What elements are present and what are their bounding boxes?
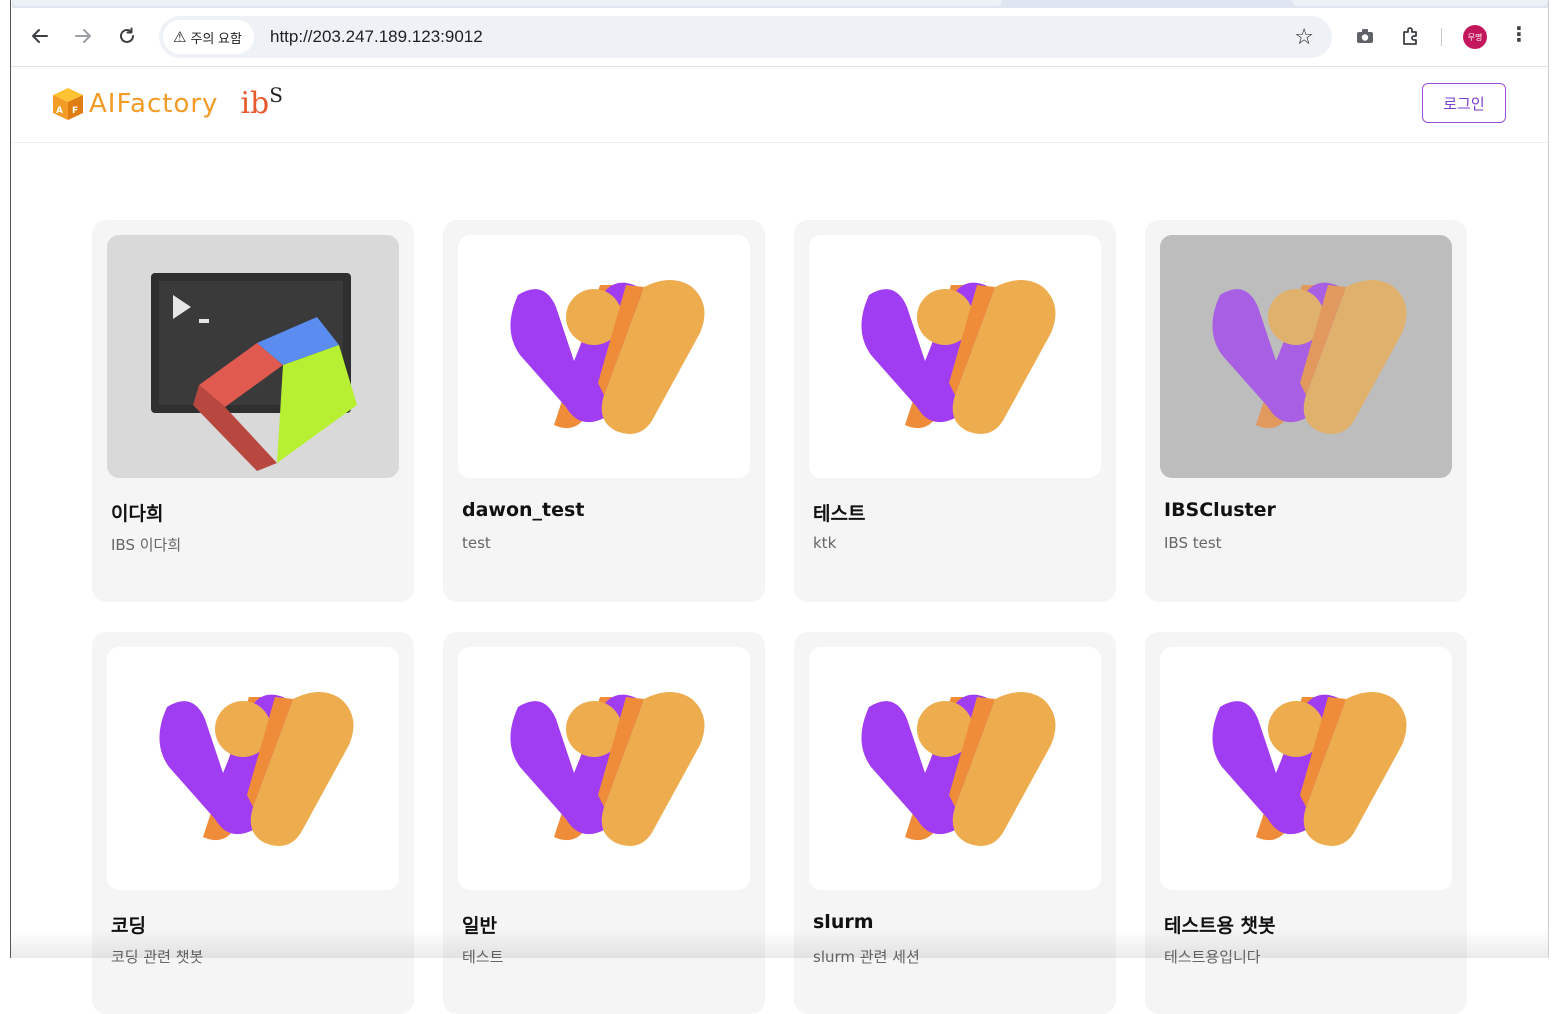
chatbot-card[interactable]: dawon_test test <box>443 220 765 602</box>
chatbot-card[interactable]: 테스트 ktk <box>794 220 1116 602</box>
login-button[interactable]: 로그인 <box>1422 83 1506 123</box>
card-title: 이다희 <box>111 503 164 525</box>
svg-text:F: F <box>72 106 78 116</box>
card-thumbnail[interactable] <box>458 235 750 478</box>
card-title: 일반 <box>462 915 497 937</box>
toolbar-divider <box>1441 28 1442 46</box>
security-label: 주의 요함 <box>190 30 242 46</box>
arrow-left-icon <box>32 29 48 43</box>
forward-button[interactable] <box>69 22 97 50</box>
chatbot-card[interactable]: IBSCluster IBS test <box>1145 220 1467 602</box>
chatbot-card[interactable]: slurm slurm 관련 세션 <box>794 632 1116 1014</box>
card-thumbnail[interactable] <box>107 235 399 478</box>
card-description: IBS 이다희 <box>111 536 182 554</box>
brand-name: AIFactory <box>89 89 219 119</box>
terminal-app-icon <box>151 273 357 471</box>
profile-avatar[interactable]: 무명 <box>1463 25 1487 49</box>
menu-kebab-icon[interactable]: ⋮ <box>1509 22 1529 47</box>
card-title: IBSCluster <box>1164 499 1276 521</box>
chatbot-card[interactable]: 코딩 코딩 관련 챗봇 <box>92 632 414 1014</box>
w-logo-icon <box>159 692 354 846</box>
extensions-icon[interactable] <box>1396 22 1424 50</box>
card-thumbnail[interactable] <box>809 235 1101 478</box>
reload-button[interactable] <box>113 22 141 50</box>
security-chip[interactable]: ⚠ 주의 요함 <box>163 20 254 54</box>
card-description: 테스트용입니다 <box>1164 948 1261 966</box>
card-description: test <box>462 534 491 552</box>
card-thumbnail[interactable] <box>107 647 399 890</box>
back-button[interactable] <box>26 22 54 50</box>
site-header: A F AIFactory ibS 로그인 <box>11 67 1548 143</box>
arrow-right-icon <box>75 29 91 43</box>
w-logo-icon <box>861 692 1056 846</box>
card-thumbnail[interactable] <box>1160 647 1452 890</box>
card-thumbnail[interactable] <box>809 647 1101 890</box>
card-title: 테스트용 챗봇 <box>1164 915 1276 937</box>
tab[interactable] <box>1292 0 1548 6</box>
chatbot-card[interactable]: 테스트용 챗봇 테스트용입니다 <box>1145 632 1467 1014</box>
card-title: dawon_test <box>462 499 585 521</box>
card-description: slurm 관련 세션 <box>813 948 920 966</box>
card-title: slurm <box>813 911 874 933</box>
bookmark-star-icon[interactable]: ☆ <box>1294 24 1314 50</box>
url-text[interactable]: http://203.247.189.123:9012 <box>270 27 483 47</box>
w-logo-icon <box>1212 280 1407 434</box>
card-title: 테스트 <box>813 503 866 525</box>
window-border <box>10 0 11 958</box>
card-description: IBS test <box>1164 534 1222 552</box>
chatbot-card[interactable]: 일반 테스트 <box>443 632 765 1014</box>
w-logo-icon <box>861 280 1056 434</box>
camera-icon[interactable] <box>1351 22 1379 50</box>
address-bar[interactable]: ⚠ 주의 요함 http://203.247.189.123:9012 ☆ <box>159 16 1332 58</box>
warning-icon: ⚠ <box>173 29 187 46</box>
card-thumbnail[interactable] <box>1160 235 1452 478</box>
reload-icon <box>120 27 134 43</box>
ibs-logo: ibS <box>240 83 283 121</box>
card-description: ktk <box>813 534 837 552</box>
card-title: 코딩 <box>111 915 146 937</box>
ai-cube-logo-icon: A F <box>51 86 85 122</box>
window-border <box>1548 0 1549 958</box>
w-logo-icon <box>1212 692 1407 846</box>
card-description: 테스트 <box>462 948 504 966</box>
chatbot-card[interactable]: 이다희 IBS 이다희 <box>92 220 414 602</box>
card-description: 코딩 관련 챗봇 <box>111 948 204 966</box>
tab[interactable] <box>12 0 1002 6</box>
w-logo-icon <box>510 280 705 434</box>
brand-logo[interactable]: A F AIFactory ibS <box>51 83 283 123</box>
w-logo-icon <box>510 692 705 846</box>
browser-toolbar: ⚠ 주의 요함 http://203.247.189.123:9012 ☆ 무명… <box>11 8 1548 67</box>
svg-text:A: A <box>56 106 63 116</box>
card-thumbnail[interactable] <box>458 647 750 890</box>
